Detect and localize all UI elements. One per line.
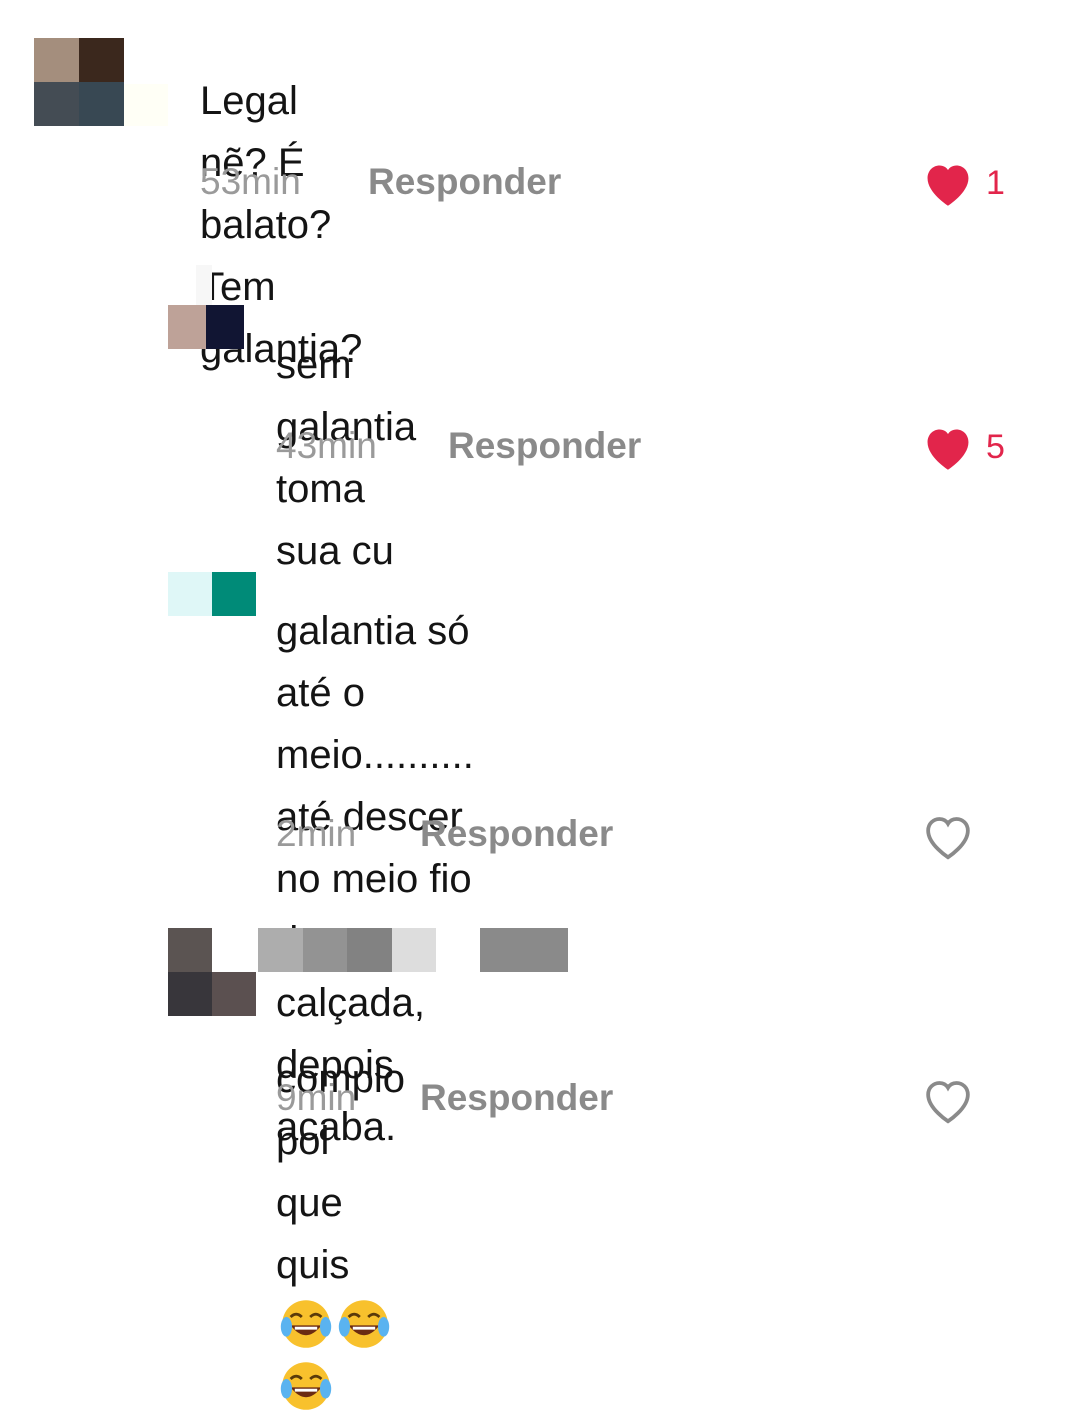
- avatar-top-fade: [196, 265, 212, 305]
- comment-time: 9min: [276, 1077, 357, 1118]
- avatar[interactable]: [168, 928, 256, 1016]
- username-pixelated: [258, 928, 436, 972]
- comment-meta: 53min Responder: [200, 161, 561, 202]
- like-button[interactable]: [918, 1074, 978, 1126]
- like-button[interactable]: [918, 810, 978, 862]
- reply-button[interactable]: Responder: [420, 814, 613, 854]
- comment-meta: 2min Responder: [276, 813, 613, 854]
- comment-meta: 9min Responder: [276, 1077, 613, 1118]
- comment-text-row: complo pol que quis: [276, 986, 405, 1420]
- avatar[interactable]: [34, 38, 124, 126]
- reply-button[interactable]: Responder: [448, 426, 641, 466]
- heart-outline-icon: [926, 817, 970, 860]
- comment-time: 2min: [276, 813, 357, 854]
- face-with-tears-of-joy-icon: [338, 1300, 390, 1348]
- face-with-tears-of-joy-icon: [280, 1300, 332, 1348]
- like-button[interactable]: 1: [920, 158, 1005, 208]
- like-count: 5: [986, 427, 1005, 466]
- avatar[interactable]: [168, 305, 244, 349]
- comment-time: 53min: [200, 161, 301, 202]
- like-button[interactable]: 5: [920, 422, 1005, 472]
- avatar[interactable]: [168, 572, 256, 616]
- comment-time: 43min: [276, 425, 377, 466]
- reply-button[interactable]: Responder: [420, 1078, 613, 1118]
- face-with-tears-of-joy-icon: [280, 1362, 332, 1410]
- reply-button[interactable]: Responder: [368, 162, 561, 202]
- like-count: 1: [986, 163, 1005, 202]
- heart-filled-icon: [927, 429, 969, 470]
- comment-meta: 43min Responder: [276, 425, 641, 466]
- heart-outline-icon: [926, 1081, 970, 1124]
- username-pixelated-2: [480, 928, 568, 972]
- heart-filled-icon: [927, 165, 969, 206]
- avatar-edge: [124, 84, 168, 126]
